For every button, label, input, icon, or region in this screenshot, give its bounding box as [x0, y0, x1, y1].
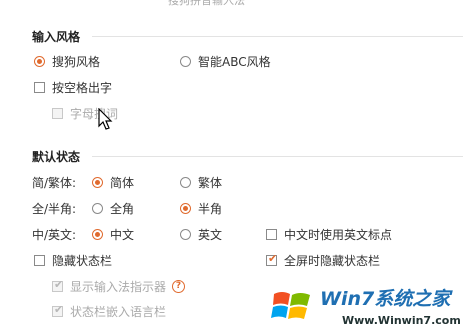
section-title-default-state: 默认状态 — [32, 150, 81, 164]
section-title-input-style: 输入风格 — [32, 30, 81, 44]
checkbox-label: 中文时使用英文标点 — [284, 228, 393, 242]
label-language: 中/英文: — [32, 228, 77, 242]
checkbox[interactable] — [34, 255, 45, 266]
checkbox-label: 隐藏状态栏 — [52, 254, 113, 268]
checkmark-icon: ✔ — [54, 303, 64, 316]
watermark: Win7系统之家 Www.Winwin7.com — [264, 280, 463, 336]
radio-label: 全角 — [110, 202, 135, 216]
windows-logo-icon — [271, 292, 310, 319]
checkbox-label: 显示输入法指示器 — [70, 280, 167, 294]
radio-button[interactable] — [180, 229, 191, 240]
label-width: 全/半角: — [32, 202, 77, 216]
radio-button[interactable] — [180, 56, 191, 67]
radio-label: 简体 — [110, 176, 135, 190]
checkbox-checked[interactable]: ✔ — [52, 303, 64, 317]
watermark-url: Www.Winwin7.com — [342, 314, 461, 327]
radio-button-selected[interactable] — [180, 203, 191, 214]
checkbox-label: 全屏时隐藏状态栏 — [284, 254, 381, 268]
radio-label: 搜狗风格 — [52, 55, 101, 69]
radio-button-selected[interactable] — [92, 177, 103, 188]
checkmark-icon: ✔ — [54, 278, 64, 291]
checkbox[interactable] — [52, 108, 63, 119]
section-divider — [92, 156, 463, 157]
checkbox[interactable] — [34, 82, 45, 93]
radio-button-selected[interactable] — [92, 229, 103, 240]
radio-label: 半角 — [198, 202, 223, 216]
radio-label: 英文 — [198, 228, 223, 242]
label-simp-trad: 简/繁体: — [32, 176, 77, 190]
checkbox-checked[interactable]: ✔ — [266, 252, 278, 266]
checkmark-icon: ✔ — [268, 252, 278, 265]
checkbox-checked[interactable]: ✔ — [52, 278, 64, 292]
radio-label: 中文 — [110, 228, 135, 242]
radio-button[interactable] — [180, 177, 191, 188]
radio-button[interactable] — [92, 203, 103, 214]
checkbox-label: 按空格出字 — [52, 81, 113, 95]
mouse-cursor-icon — [98, 108, 113, 130]
radio-label: 智能ABC风格 — [198, 55, 271, 69]
radio-label: 繁体 — [198, 176, 223, 190]
watermark-brand: Win7系统之家 — [320, 288, 451, 310]
section-divider — [92, 36, 463, 37]
checkbox-label: 状态栏嵌入语言栏 — [70, 305, 167, 319]
help-icon[interactable]: ? — [172, 280, 185, 293]
radio-button-selected[interactable] — [34, 56, 45, 67]
window-title: 搜狗拼音输入法 — [168, 0, 245, 7]
checkbox[interactable] — [266, 229, 277, 240]
